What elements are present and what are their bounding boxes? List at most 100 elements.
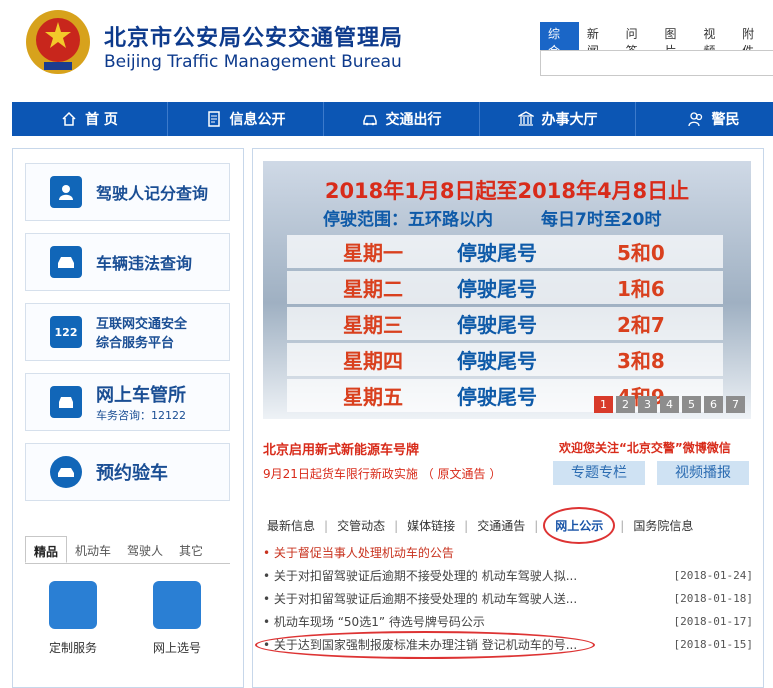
news-item-title: • 关于督促当事人处理机动车的公告: [263, 546, 454, 560]
news-item[interactable]: • 机动车现场 “50选1” 待选号牌号码公示 [2018-01-17]: [263, 610, 753, 633]
banner-page-6[interactable]: 6: [704, 396, 723, 413]
nav-service-hall-label: 办事大厅: [541, 112, 598, 128]
online-plate-selection-label: 网上选号: [152, 641, 201, 655]
traffic-safety-platform[interactable]: 122 互联网交通安全 综合服务平台: [25, 303, 230, 361]
row-day: 星期一: [343, 241, 403, 265]
tab-vehicle[interactable]: 机动车: [67, 536, 119, 563]
home-icon: [62, 111, 76, 126]
online-vehicle-office[interactable]: 网上车管所 车务咨询：12122: [25, 373, 230, 431]
user-icon: [50, 176, 82, 208]
document-icon: [207, 111, 220, 127]
row-label: 停驶尾号: [457, 277, 537, 301]
tab-separator: |: [620, 518, 625, 533]
video-broadcast-button[interactable]: 视频播报: [657, 461, 749, 485]
online-vehicle-office-label: 网上车管所: [96, 385, 186, 406]
nav-home[interactable]: 首 页: [12, 102, 168, 136]
news-tabs: 最新信息 | 交管动态 | 媒体链接 | 交通通告 | 网上公示 | 国务院信息: [263, 507, 753, 544]
highlight-circle: [255, 631, 595, 659]
nav-home-label: 首 页: [85, 112, 118, 128]
vehicle-inspection-booking[interactable]: 预约验车: [25, 443, 230, 501]
plate-card-icon: [153, 581, 201, 629]
vehicle-violation-query[interactable]: 车辆违法查询: [25, 233, 230, 291]
tab-featured[interactable]: 精品: [25, 536, 68, 563]
special-topics-button[interactable]: 专题专栏: [553, 461, 645, 485]
nav-info[interactable]: 信息公开: [168, 102, 324, 136]
banner-page-2[interactable]: 2: [616, 396, 635, 413]
row-day: 星期二: [343, 277, 403, 301]
banner-row: 星期三 停驶尾号 2和7: [287, 307, 723, 340]
car-icon: [50, 246, 82, 278]
custom-service[interactable]: 定制服务: [33, 581, 113, 656]
banner-page-5[interactable]: 5: [682, 396, 701, 413]
news-item-date: [2018-01-17]: [673, 615, 753, 628]
row-day: 星期四: [343, 349, 403, 373]
tab-driver[interactable]: 驾驶人: [119, 536, 171, 563]
banner-page-7[interactable]: 7: [726, 396, 745, 413]
main-panel: 2018年1月8日起至2018年4月8日止 停驶范围：五环路以内 每日7时至20…: [252, 148, 764, 688]
online-plate-selection[interactable]: 网上选号: [137, 581, 217, 656]
left-tabs: 精品 机动车 驾驶人 其它: [25, 536, 230, 564]
tab-state-council[interactable]: 国务院信息: [629, 517, 697, 534]
driver-points-query-label: 驾驶人记分查询: [96, 184, 209, 203]
tab-separator: |: [534, 518, 539, 533]
news-item[interactable]: • 关于对扣留驾驶证后逾期不接受处理的 机动车驾驶人拟... [2018-01-…: [263, 564, 753, 587]
tab-latest[interactable]: 最新信息: [263, 517, 319, 534]
main-nav: 首 页 信息公开 交通出行 办事大厅 警民: [12, 102, 773, 136]
site-title-en: Beijing Traffic Management Bureau: [104, 52, 402, 72]
news-subline[interactable]: 9月21日起货车限行新政实施 （ 原文通告 ）: [263, 465, 501, 482]
tab-online-publicity[interactable]: 网上公示: [543, 507, 616, 544]
hotline-122-icon: 122: [50, 316, 82, 348]
search-input[interactable]: [540, 50, 773, 76]
banner-page-1[interactable]: 1: [594, 396, 613, 413]
vehicle-violation-query-label: 车辆违法查询: [96, 254, 193, 273]
banner-row: 星期一 停驶尾号 5和0: [287, 235, 723, 268]
row-label: 停驶尾号: [457, 385, 537, 409]
row-numbers: 5和0: [617, 241, 665, 265]
tab-separator: |: [324, 518, 329, 533]
banner-title: 2018年1月8日起至2018年4月8日止: [324, 179, 690, 203]
car-front-icon: [50, 386, 82, 418]
news-item[interactable]: • 关于督促当事人处理机动车的公告: [263, 541, 753, 564]
platform-line2: 综合服务平台: [96, 336, 175, 351]
nav-info-label: 信息公开: [229, 112, 286, 128]
news-item[interactable]: • 关于对扣留驾驶证后逾期不接受处理的 机动车驾驶人送... [2018-01-…: [263, 587, 753, 610]
platform-line1: 互联网交通安全: [96, 317, 188, 332]
tab-other[interactable]: 其它: [171, 536, 211, 563]
banner-page-4[interactable]: 4: [660, 396, 679, 413]
row-day: 星期五: [343, 385, 403, 409]
tab-notices[interactable]: 交通通告: [473, 517, 529, 534]
site-header: 北京市公安局公安交通管理局 Beijing Traffic Management…: [0, 0, 773, 100]
news-item-date: [2018-01-15]: [673, 638, 753, 651]
banner-range: 停驶范围：五环路以内: [323, 210, 493, 230]
nav-police-label: 警民: [711, 112, 740, 128]
banner-pagination: 1 2 3 4 5 6 7: [594, 396, 745, 413]
nav-police[interactable]: 警民: [636, 102, 773, 136]
left-panel: 驾驶人记分查询 车辆违法查询 122 互联网交通安全 综合服务平台 网上车管所 …: [12, 148, 244, 688]
news-headline[interactable]: 北京启用新式新能源车号牌: [263, 439, 419, 458]
news-item-date: [2018-01-24]: [673, 569, 753, 582]
police-emblem-icon: [26, 10, 90, 74]
phone-mail-icon: [49, 581, 97, 629]
vehicle-hotline: 车务咨询：12122: [96, 409, 186, 422]
row-label: 停驶尾号: [457, 313, 537, 337]
banner-time: 每日7时至20时: [541, 210, 662, 230]
restriction-banner[interactable]: 2018年1月8日起至2018年4月8日止 停驶范围：五环路以内 每日7时至20…: [263, 161, 751, 419]
driver-points-query[interactable]: 驾驶人记分查询: [25, 163, 230, 221]
row-label: 停驶尾号: [457, 241, 537, 265]
tab-separator: |: [394, 518, 399, 533]
site-title: 北京市公安局公安交通管理局: [104, 26, 404, 51]
car-icon: [362, 115, 377, 126]
banner-page-3[interactable]: 3: [638, 396, 657, 413]
tab-dynamics[interactable]: 交管动态: [333, 517, 389, 534]
nav-service-hall[interactable]: 办事大厅: [480, 102, 636, 136]
custom-service-label: 定制服务: [48, 641, 97, 655]
row-day: 星期三: [343, 313, 403, 337]
tab-media[interactable]: 媒体链接: [403, 517, 459, 534]
banner-row: 星期二 停驶尾号 1和6: [287, 271, 723, 304]
inspection-icon: [50, 456, 82, 488]
news-item-title: • 关于对扣留驾驶证后逾期不接受处理的 机动车驾驶人拟...: [263, 569, 578, 583]
welcome-text[interactable]: 欢迎您关注“北京交警”微博微信: [559, 439, 731, 456]
news-item-title: • 机动车现场 “50选1” 待选号牌号码公示: [263, 615, 485, 629]
nav-traffic[interactable]: 交通出行: [324, 102, 480, 136]
people-icon: [687, 112, 702, 127]
